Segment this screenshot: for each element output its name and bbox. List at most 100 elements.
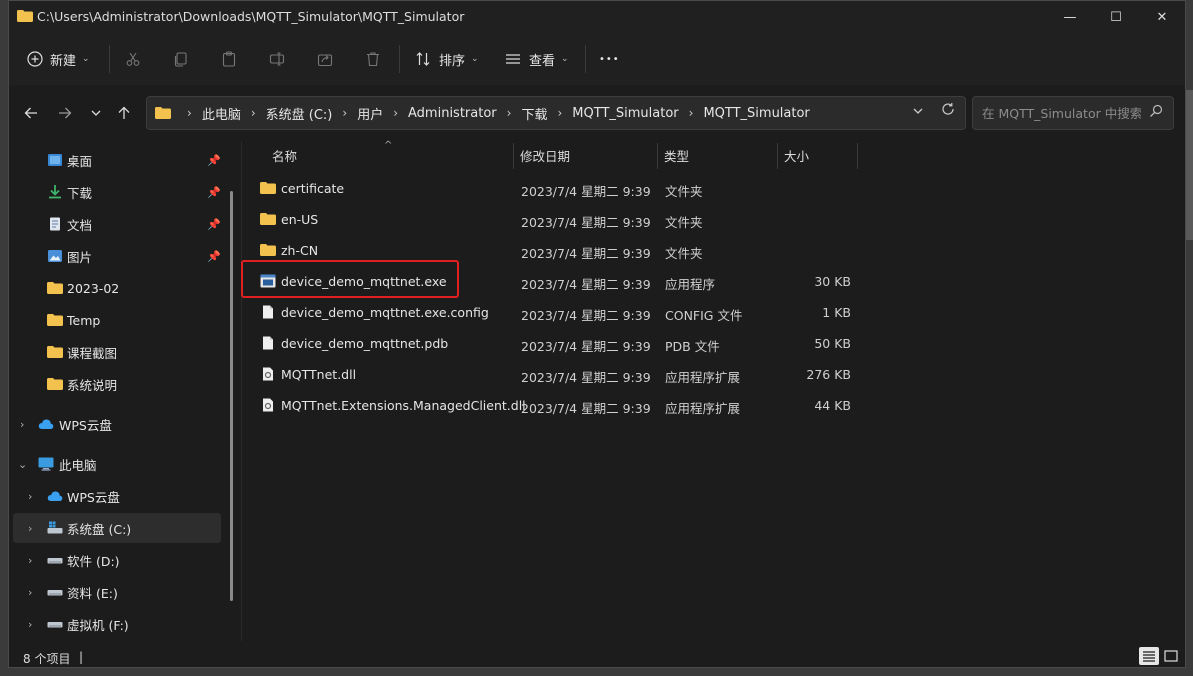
column-header-type[interactable]: 类型 — [664, 141, 689, 169]
file-type: 文件夹 — [665, 246, 703, 261]
refresh-button[interactable] — [941, 102, 955, 120]
title-bar[interactable]: C:\Users\Administrator\Downloads\MQTT_Si… — [9, 1, 1185, 33]
pin-icon[interactable]: 📌 — [207, 218, 221, 231]
sidebar-item-downloads[interactable]: 下载 📌 — [9, 177, 221, 207]
details-view-icon — [1143, 651, 1155, 662]
sidebar-item-pictures[interactable]: 图片 📌 — [9, 241, 221, 271]
chevron-right-icon[interactable]: › — [557, 106, 562, 120]
search-input[interactable] — [973, 97, 1143, 129]
highlight-annotation — [241, 260, 459, 298]
sidebar-item-folder[interactable]: 2023-02 — [9, 273, 221, 303]
sidebar-item-drive-f[interactable]: › 虚拟机 (F:) — [9, 609, 221, 639]
back-button[interactable] — [20, 102, 42, 124]
search-icon — [1149, 104, 1163, 122]
column-header-name[interactable]: 名称 — [272, 141, 297, 169]
column-divider[interactable] — [777, 143, 778, 169]
sidebar-item-folder[interactable]: Temp — [9, 305, 221, 335]
column-divider[interactable] — [857, 143, 858, 169]
chevron-right-icon[interactable]: › — [251, 106, 256, 120]
breadcrumb-item[interactable]: Administrator — [408, 106, 497, 121]
breadcrumb-item[interactable]: MQTT_Simulator — [572, 106, 678, 121]
chevron-down-icon[interactable]: ⌄ — [18, 458, 27, 471]
sidebar-item-label: 资料 (E:) — [67, 585, 118, 601]
file-size: 1 KB — [822, 305, 851, 320]
delete-button[interactable] — [365, 46, 381, 72]
sidebar-item-label: 虚拟机 (F:) — [67, 617, 129, 633]
chevron-right-icon[interactable]: › — [20, 418, 24, 431]
sidebar-scrollbar[interactable] — [230, 191, 233, 601]
breadcrumb-item[interactable]: 下载 — [521, 104, 547, 123]
sidebar-item-folder[interactable]: 系统说明 — [9, 369, 221, 399]
file-row[interactable]: device_demo_mqttnet.pdb 2023/7/4 星期二 9:3… — [242, 328, 862, 359]
column-header-modified[interactable]: 修改日期 — [520, 141, 570, 169]
file-row[interactable]: device_demo_mqttnet.exe.config 2023/7/4 … — [242, 297, 862, 328]
drive-icon — [47, 622, 63, 628]
pin-icon[interactable]: 📌 — [207, 250, 221, 263]
file-icon — [263, 305, 273, 319]
search-box[interactable] — [972, 96, 1174, 130]
maximize-button[interactable]: ☐ — [1093, 1, 1139, 33]
share-button[interactable] — [317, 46, 333, 72]
sidebar-item-this-pc[interactable]: ⌄ 此电脑 — [9, 449, 221, 479]
toolbar-divider — [585, 45, 586, 73]
close-button[interactable]: ✕ — [1139, 1, 1185, 33]
breadcrumb-item[interactable]: MQTT_Simulator — [703, 106, 809, 121]
pin-icon[interactable]: 📌 — [207, 154, 221, 167]
dll-icon — [263, 398, 273, 412]
chevron-right-icon[interactable]: › — [689, 106, 694, 120]
sidebar-item-drive-d[interactable]: › 软件 (D:) — [9, 545, 221, 575]
large-icons-view-button[interactable] — [1161, 647, 1181, 665]
new-button[interactable]: 新建 ⌄ — [27, 46, 90, 72]
cut-icon — [126, 52, 140, 66]
chevron-right-icon[interactable]: › — [28, 522, 32, 535]
sidebar-item-drive-c[interactable]: › 系统盘 (C:) — [13, 513, 221, 543]
breadcrumb-item[interactable]: 系统盘 (C:) — [266, 104, 333, 123]
chevron-right-icon[interactable]: › — [342, 106, 347, 120]
chevron-right-icon[interactable]: › — [28, 586, 32, 599]
sidebar-item-documents[interactable]: 文档 📌 — [9, 209, 221, 239]
column-divider[interactable] — [513, 143, 514, 169]
file-modified: 2023/7/4 星期二 9:39 — [521, 401, 651, 416]
column-divider[interactable] — [657, 143, 658, 169]
cloud-icon — [38, 419, 54, 429]
address-history-button[interactable] — [913, 106, 923, 119]
sidebar-item-folder[interactable]: 课程截图 — [9, 337, 221, 367]
more-button[interactable]: ••• — [599, 46, 620, 72]
sidebar-item-drive-e[interactable]: › 资料 (E:) — [9, 577, 221, 607]
chevron-right-icon[interactable]: › — [28, 490, 32, 503]
rename-button[interactable] — [269, 46, 285, 72]
view-icon — [506, 54, 520, 64]
column-header-size[interactable]: 大小 — [784, 141, 809, 169]
chevron-right-icon[interactable]: › — [187, 106, 192, 120]
file-row[interactable]: MQTTnet.dll 2023/7/4 星期二 9:39 应用程序扩展 276… — [242, 359, 862, 390]
sidebar-item-desktop[interactable]: 桌面 📌 — [9, 145, 221, 175]
chevron-right-icon[interactable]: › — [507, 106, 512, 120]
file-modified: 2023/7/4 星期二 9:39 — [521, 215, 651, 230]
window-title: C:\Users\Administrator\Downloads\MQTT_Si… — [37, 9, 465, 24]
arrow-left-icon — [24, 107, 37, 119]
recent-locations-button[interactable] — [85, 102, 107, 124]
file-icon — [263, 336, 273, 350]
file-row[interactable]: en-US 2023/7/4 星期二 9:39 文件夹 — [242, 204, 862, 235]
file-row[interactable]: certificate 2023/7/4 星期二 9:39 文件夹 — [242, 173, 862, 204]
forward-button[interactable] — [54, 102, 76, 124]
minimize-button[interactable]: — — [1047, 1, 1093, 33]
chevron-right-icon[interactable]: › — [393, 106, 398, 120]
paste-button[interactable] — [221, 46, 237, 72]
chevron-right-icon[interactable]: › — [28, 618, 32, 631]
breadcrumb-item[interactable]: 用户 — [357, 104, 383, 123]
address-bar[interactable]: › 此电脑 › 系统盘 (C:) › 用户 › Administrator › … — [146, 96, 966, 130]
cut-button[interactable] — [125, 46, 141, 72]
copy-button[interactable] — [173, 46, 189, 72]
breadcrumb-item[interactable]: 此电脑 — [202, 104, 241, 123]
chevron-right-icon[interactable]: › — [28, 554, 32, 567]
up-button[interactable] — [113, 102, 135, 124]
sidebar-item-wps-cloud[interactable]: › WPS云盘 — [9, 409, 221, 439]
view-button[interactable]: 查看 ⌄ — [505, 46, 569, 72]
sort-icon — [416, 52, 430, 66]
sort-button[interactable]: 排序 ⌄ — [415, 46, 479, 72]
sidebar-item-wps-cloud-pc[interactable]: › WPS云盘 — [9, 481, 221, 511]
details-view-button[interactable] — [1139, 647, 1159, 665]
pin-icon[interactable]: 📌 — [207, 186, 221, 199]
file-row[interactable]: MQTTnet.Extensions.ManagedClient.dll 202… — [242, 390, 862, 421]
